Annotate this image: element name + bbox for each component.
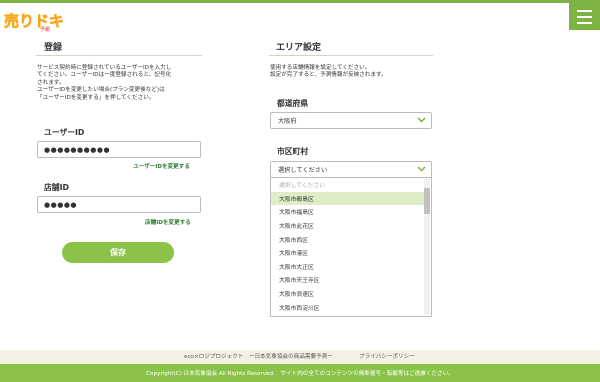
prefecture-select[interactable]: 大阪府 — [270, 112, 432, 129]
prefecture-label: 都道府県 — [277, 99, 309, 108]
menu-icon-bar — [577, 15, 592, 18]
area-settings-divider — [269, 55, 433, 56]
menu-icon-bar — [577, 21, 592, 24]
registration-description: サービス契約時に登録されているユーザーIDを入力し てください。ユーザーIDは一… — [37, 65, 172, 101]
footer-privacy-link[interactable]: プライバシーポリシー — [359, 352, 415, 360]
user-id-label: ユーザーID — [44, 128, 85, 137]
store-id-label: 店舗ID — [44, 183, 69, 192]
registration-divider — [36, 55, 202, 56]
dropdown-option[interactable]: 大阪市都島区 — [271, 191, 424, 206]
logo-text: 売りドキ! — [4, 12, 64, 30]
dropdown-option[interactable]: 大阪市西淀川区 — [271, 300, 424, 314]
dropdown-option[interactable]: 大阪市天王寺区 — [271, 273, 424, 287]
logo[interactable]: 売りドキ! 予報 — [4, 6, 71, 33]
chevron-down-icon — [417, 116, 426, 123]
hamburger-menu-button[interactable] — [569, 3, 600, 30]
dropdown-scrollbar-thumb[interactable] — [424, 188, 430, 214]
prefecture-select-value: 大阪府 — [278, 118, 297, 125]
registration-title: 登録 — [44, 43, 63, 53]
dropdown-option[interactable]: 大阪市西区 — [271, 232, 424, 246]
change-user-id-link[interactable]: ユーザーIDを変更する — [133, 162, 190, 170]
user-id-input[interactable]: ●●●●●●●●●● — [37, 141, 201, 158]
footer-project-link[interactable]: eco×ロジプロジェクト ー日本気象協会の商品需要予測ー — [184, 352, 333, 360]
header-accent-line — [0, 0, 600, 3]
logo-subtext: 予報 — [40, 26, 50, 32]
city-label: 市区町村 — [277, 147, 309, 156]
save-button[interactable]: 保存 — [62, 242, 174, 263]
area-settings-description: 使用する店舗情報を設定してください。 設定が完了すると、予測情報が反映されます。 — [270, 65, 387, 79]
change-store-id-link[interactable]: 店舗IDを変更する — [145, 218, 191, 226]
area-settings-title: エリア設定 — [276, 43, 322, 53]
dropdown-option[interactable]: 大阪市大正区 — [271, 260, 424, 274]
city-dropdown-list[interactable]: 大阪市西淀川区 大阪市浪速区 大阪市天王寺区 大阪市大正区 大阪市港区 大阪市西区 大阪市此… — [270, 177, 432, 317]
chevron-down-icon — [417, 165, 426, 172]
city-select[interactable]: 選択してください — [270, 161, 432, 178]
dropdown-option[interactable]: 大阪市浪速区 — [271, 287, 424, 301]
dropdown-option[interactable]: 選択してください — [271, 178, 424, 192]
dropdown-option[interactable]: 大阪市福島区 — [271, 205, 424, 219]
city-select-value: 選択してください — [278, 167, 328, 174]
dropdown-option[interactable]: 大阪市港区 — [271, 246, 424, 260]
dropdown-option[interactable]: 大阪市此花区 — [271, 219, 424, 233]
store-id-input[interactable]: ●●●●● — [37, 196, 201, 213]
menu-icon-bar — [577, 9, 592, 12]
footer-copyright: Copyright(C) 日本気象協会 All Rights Reserved.… — [0, 364, 600, 382]
logo-graphic: 売りドキ! 予報 — [4, 12, 71, 33]
